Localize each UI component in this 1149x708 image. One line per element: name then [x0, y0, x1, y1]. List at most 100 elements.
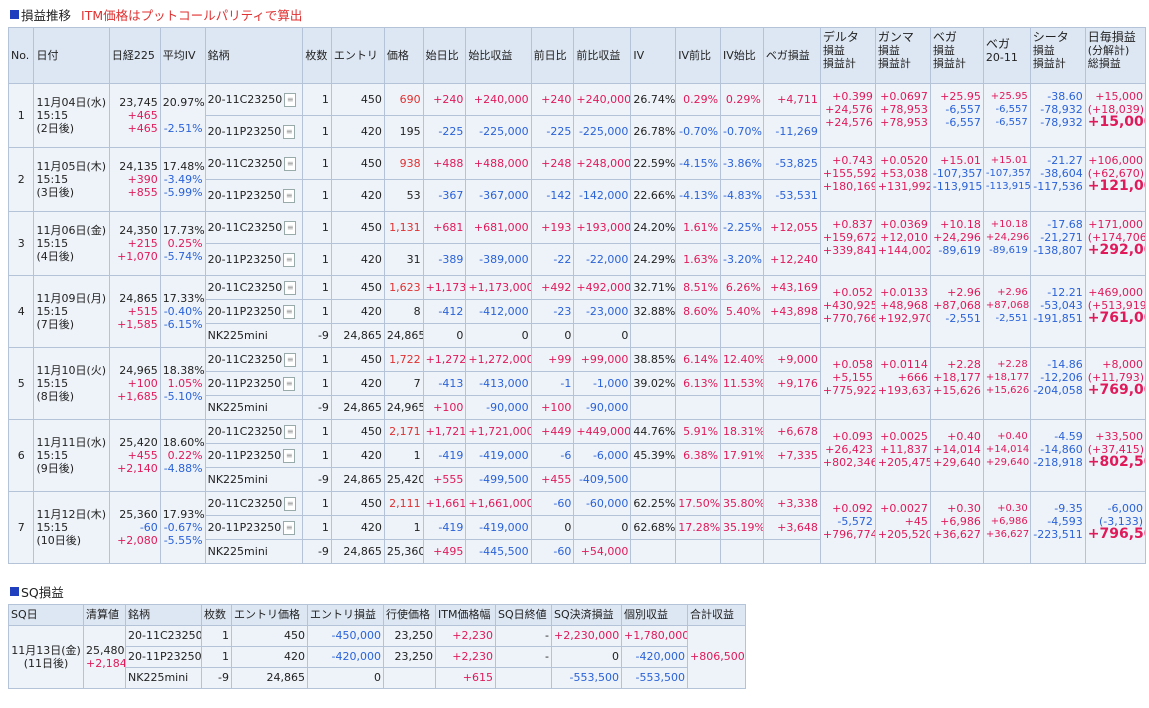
- row-delta: +0.058 +5,155 +775,922: [819, 347, 876, 420]
- stack-line: +121,000: [1087, 178, 1145, 194]
- row-start-pl: 0: [465, 323, 532, 348]
- memo-icon[interactable]: ≡: [284, 280, 297, 295]
- date-line: (8日後): [36, 390, 75, 403]
- date-line: 11月11日(水): [36, 436, 107, 449]
- memo-icon[interactable]: ≡: [284, 220, 297, 235]
- row-theta: -14.86 -12,206 -204,058: [1029, 347, 1086, 420]
- row-price: 25,360: [383, 539, 424, 564]
- row-theta: -4.59 -14,860 -218,918: [1029, 419, 1086, 492]
- row-date: 11月05日(木) 15:15 (3日後): [33, 147, 110, 212]
- row-avg-iv: 17.73% 0.25% -5.74%: [159, 211, 206, 276]
- stack-line: -6,557: [945, 103, 981, 116]
- memo-icon[interactable]: ≡: [283, 188, 296, 203]
- stack-line: -2.51%: [163, 122, 203, 135]
- row-iv: 22.59%: [630, 147, 677, 180]
- row-price: 7: [383, 371, 424, 396]
- date-line: 11月05日(木): [36, 160, 107, 173]
- row-iv-prev: 6.38%: [675, 443, 722, 468]
- stack-line: -12.21: [1047, 286, 1083, 299]
- row-entry: 24,865: [330, 539, 385, 564]
- row-nikkei: 24,350 +215 +1,070: [108, 211, 161, 276]
- row-entry: 450: [330, 211, 385, 244]
- memo-icon[interactable]: ≡: [284, 352, 297, 367]
- stack-line: 0.22%: [167, 449, 203, 462]
- stack-line: -60: [139, 521, 158, 534]
- stack-line: +192,970: [877, 312, 931, 325]
- row-vega: +15.01 -107,357 -113,915: [929, 147, 984, 212]
- row-no: 1: [7, 83, 35, 148]
- row-prev-diff: -22: [530, 243, 575, 276]
- sq-close: -: [495, 625, 552, 647]
- stack-line: -14,860: [1040, 443, 1083, 456]
- row-start-pl: -367,000: [465, 179, 532, 212]
- stack-line: +48,968: [880, 299, 928, 312]
- row-prev-diff: +248: [530, 147, 575, 180]
- brand-label: 20-11C23250: [207, 280, 283, 294]
- row-start-diff: -225: [422, 115, 467, 148]
- row-vega-pl: +9,176: [762, 371, 821, 396]
- stack-line: +0.0027: [880, 502, 928, 515]
- date-line: (7日後): [36, 318, 75, 331]
- stack-line: +144,002: [877, 244, 931, 257]
- row-gamma: +0.0520 +53,038 +131,992: [874, 147, 931, 212]
- row-start-pl: +1,272,000: [465, 347, 532, 372]
- row-prev-diff: -23: [530, 299, 575, 324]
- stack-line: +1,070: [117, 250, 158, 263]
- stack-line: +87,068: [985, 300, 1030, 311]
- brand-label: NK225mini: [207, 544, 268, 558]
- row-iv-start: [720, 467, 764, 492]
- row-start-pl: -90,000: [465, 395, 532, 420]
- stack-line: -5.74%: [163, 250, 203, 263]
- row-entry: 420: [330, 515, 385, 540]
- table-row: 1 11月04日(水) 15:15 (2日後) 23,745 +465 +465 20.97%…: [7, 83, 1147, 148]
- row-theta: -21.27 -38,604 -117,536: [1029, 147, 1086, 212]
- row-gamma: +0.0133 +48,968 +192,970: [874, 275, 931, 348]
- sq-col-close: SQ日終値: [495, 604, 552, 626]
- section-marker-icon: [10, 586, 19, 596]
- row-iv-start: 35.80%: [720, 491, 764, 516]
- stack-line: +10.18: [990, 219, 1028, 230]
- sq-settle-pl: -553,500: [551, 667, 622, 689]
- row-price: 2,171: [383, 419, 424, 444]
- stack-line: +131,992: [877, 180, 931, 193]
- col-prev-pl: 前比収益: [573, 27, 632, 84]
- row-start-diff: +555: [422, 467, 467, 492]
- date-line: 15:15: [36, 521, 69, 534]
- memo-icon[interactable]: ≡: [283, 252, 296, 267]
- memo-icon[interactable]: ≡: [284, 424, 297, 439]
- memo-icon[interactable]: ≡: [283, 304, 296, 319]
- row-prev-pl: -90,000: [573, 395, 632, 420]
- stack-line: -204,058: [1033, 384, 1083, 397]
- row-iv: [630, 395, 677, 420]
- row-date: 11月09日(月) 15:15 (7日後): [33, 275, 110, 348]
- stack-line: +1,585: [117, 318, 158, 331]
- row-price: 24,965: [383, 395, 424, 420]
- row-avg-iv: 17.48% -3.49% -5.99%: [159, 147, 206, 212]
- row-iv-prev: [675, 467, 722, 492]
- stack-line: +100: [127, 377, 158, 390]
- row-start-diff: +1,272: [422, 347, 467, 372]
- memo-icon[interactable]: ≡: [283, 124, 296, 139]
- stack-line: +465: [127, 122, 158, 135]
- stack-line: -107,357: [985, 168, 1031, 179]
- stack-line: +6,986: [990, 516, 1028, 527]
- stack-line: -113,915: [932, 180, 983, 193]
- sq-entry-price: 420: [231, 646, 308, 668]
- memo-icon[interactable]: ≡: [283, 376, 296, 391]
- memo-icon[interactable]: ≡: [284, 496, 297, 511]
- memo-icon[interactable]: ≡: [284, 92, 297, 107]
- stack-line: +769,000: [1087, 382, 1145, 398]
- stack-line: +24,296: [933, 231, 981, 244]
- row-start-diff: +1,173: [422, 275, 467, 300]
- memo-icon[interactable]: ≡: [283, 520, 296, 535]
- row-start-pl: +240,000: [465, 83, 532, 116]
- row-iv: 24.29%: [630, 243, 677, 276]
- stack-line: +24,296: [985, 232, 1030, 243]
- col-vega: ベガ 損益 損益計: [929, 27, 984, 84]
- memo-icon[interactable]: ≡: [284, 156, 297, 171]
- row-prev-pl: +54,000: [573, 539, 632, 564]
- row-entry: 450: [330, 419, 385, 444]
- memo-icon[interactable]: ≡: [283, 448, 296, 463]
- brand-label: 20-11C23250: [207, 92, 283, 106]
- row-vega: +0.40 +14,014 +29,640: [929, 419, 984, 492]
